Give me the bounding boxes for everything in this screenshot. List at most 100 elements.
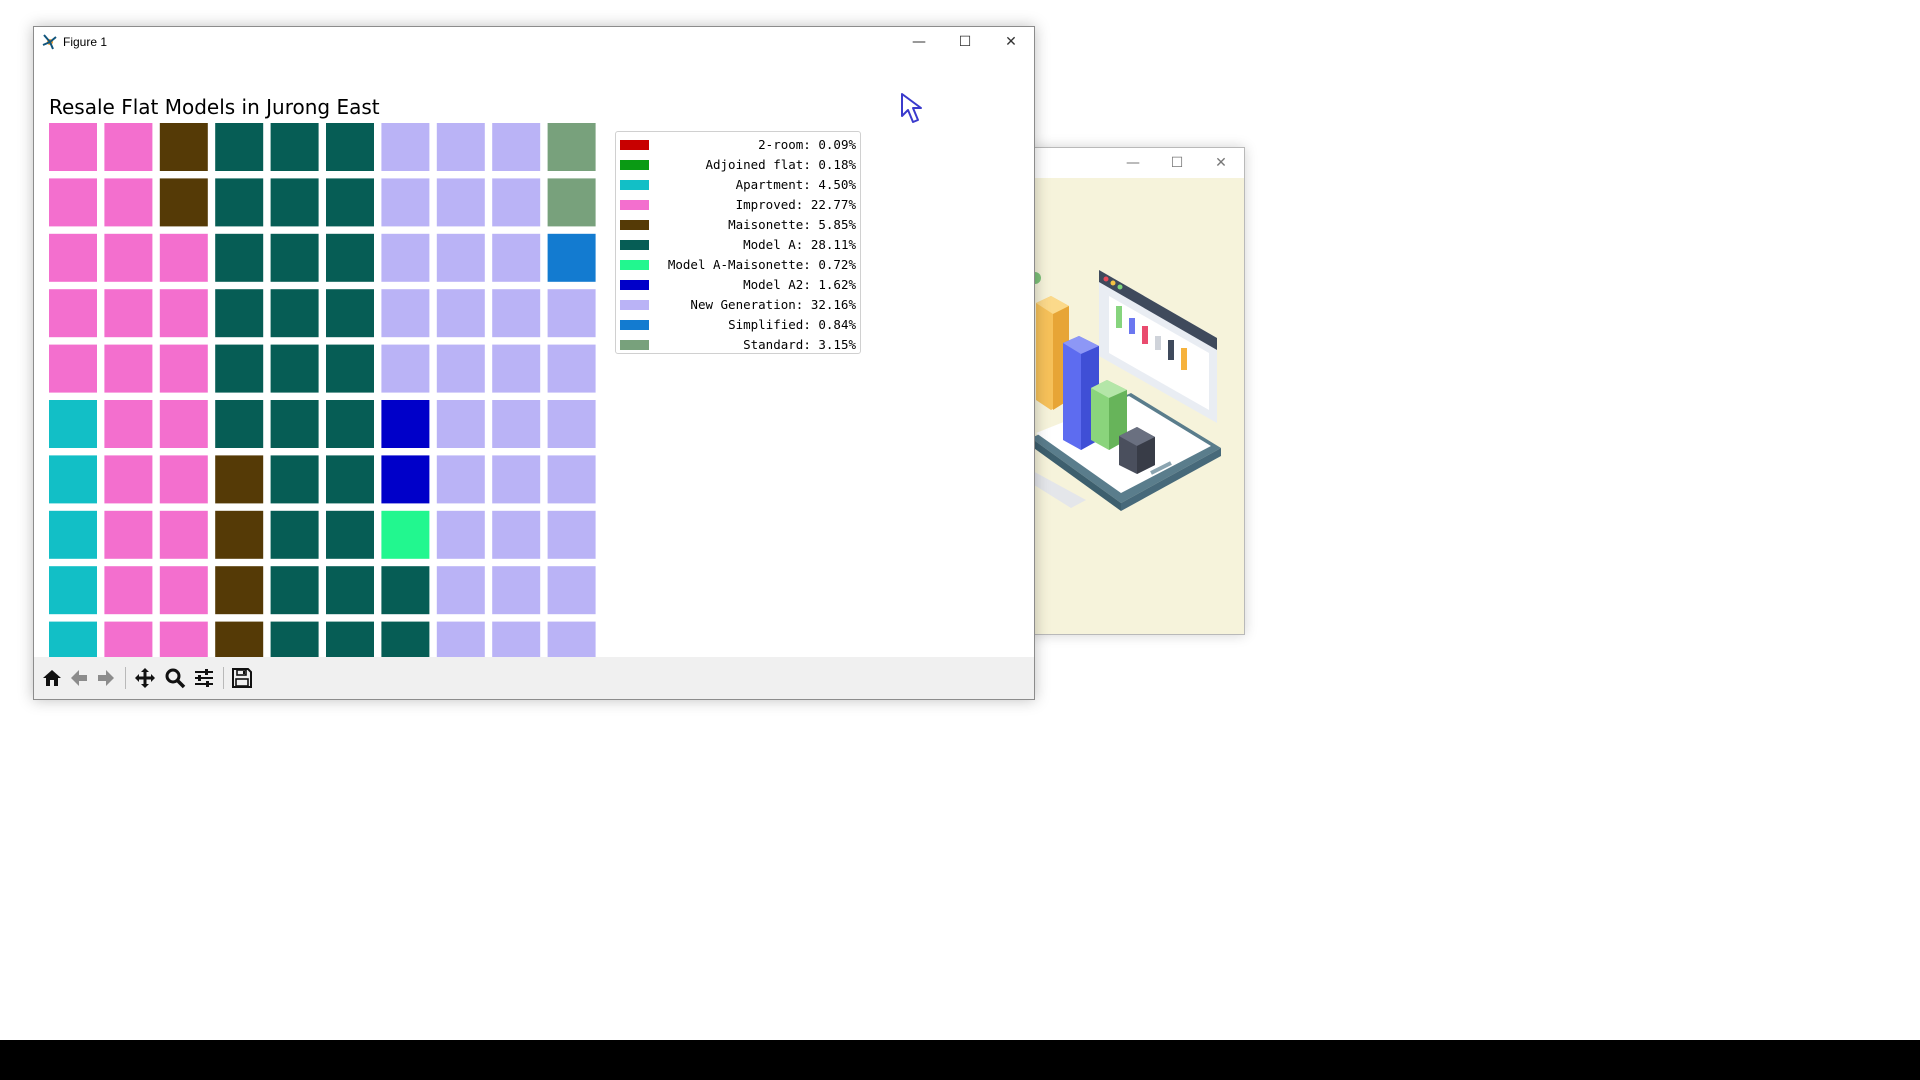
legend-item: Apartment: 4.50% [616, 175, 862, 195]
waffle-cell [381, 289, 430, 338]
waffle-cell [326, 233, 374, 282]
waffle-cell [270, 289, 319, 338]
legend-item: Standard: 3.15% [616, 335, 862, 355]
waffle-cell [381, 455, 430, 504]
legend-swatch [620, 180, 649, 190]
waffle-cell [547, 233, 596, 282]
waffle-cell [104, 510, 153, 559]
waffle-cell [326, 400, 374, 448]
waffle-cell [49, 455, 97, 504]
waffle-cell [104, 400, 153, 448]
waffle-cell [381, 566, 430, 615]
forward-arrow-icon[interactable] [92, 664, 120, 692]
minimize-icon[interactable]: — [1111, 148, 1155, 178]
maximize-icon[interactable]: ☐ [942, 27, 988, 57]
waffle-cell [215, 566, 264, 615]
background-window[interactable]: — ☐ ✕ [1030, 147, 1245, 635]
legend-swatch [620, 140, 649, 150]
legend-label: Model A-Maisonette: 0.72% [667, 257, 856, 272]
waffle-cell [492, 566, 541, 615]
legend-swatch [620, 340, 649, 350]
waffle-cell [326, 344, 374, 393]
legend-item: Improved: 22.77% [616, 195, 862, 215]
waffle-cell [215, 289, 264, 338]
taskbar [0, 1040, 1920, 1080]
configure-subplots-icon[interactable] [190, 664, 218, 692]
save-icon[interactable] [228, 664, 256, 692]
close-icon[interactable]: ✕ [1199, 148, 1243, 178]
waffle-cell [270, 400, 319, 448]
waffle-cell [547, 344, 596, 393]
chart-legend: 2-room: 0.09% Adjoined flat: 0.18% Apartme… [615, 131, 861, 354]
legend-swatch [620, 260, 649, 270]
background-window-titlebar[interactable]: — ☐ ✕ [1031, 148, 1244, 178]
legend-item: New Generation: 32.16% [616, 295, 862, 315]
waffle-cell [381, 400, 430, 448]
waffle-cell [215, 178, 264, 227]
legend-item: Simplified: 0.84% [616, 315, 862, 335]
legend-swatch [620, 320, 649, 330]
pan-icon[interactable] [131, 664, 159, 692]
waffle-cell [49, 566, 97, 615]
figure-window[interactable]: Figure 1 — ☐ ✕ Resale Flat Models in Jur… [33, 26, 1035, 700]
waffle-cell [215, 510, 264, 559]
waffle-cell [215, 400, 264, 448]
waffle-cell [436, 289, 485, 338]
waffle-cell [381, 178, 430, 227]
legend-label: Apartment: 4.50% [735, 177, 856, 192]
waffle-cell [381, 510, 430, 559]
waffle-cell [104, 566, 153, 615]
waffle-cell [159, 566, 208, 615]
waffle-cell [492, 123, 541, 171]
waffle-cell [547, 455, 596, 504]
waffle-cell [436, 178, 485, 227]
waffle-chart [49, 123, 596, 670]
legend-item: Model A-Maisonette: 0.72% [616, 255, 862, 275]
waffle-cell [159, 400, 208, 448]
waffle-cell [159, 178, 208, 227]
waffle-cell [270, 344, 319, 393]
legend-label: Improved: 22.77% [735, 197, 856, 212]
minimize-icon[interactable]: — [896, 27, 942, 57]
waffle-cell [104, 455, 153, 504]
waffle-cell [270, 233, 319, 282]
waffle-cell [104, 123, 153, 171]
waffle-cell [215, 233, 264, 282]
toolbar-separator [125, 667, 126, 689]
waffle-cell [159, 123, 208, 171]
home-icon[interactable] [38, 664, 66, 692]
figure-canvas[interactable]: Resale Flat Models in Jurong East 2-room… [34, 57, 1034, 684]
waffle-cell [492, 455, 541, 504]
figure-window-titlebar[interactable]: Figure 1 — ☐ ✕ [34, 27, 1034, 57]
legend-label: Model A: 28.11% [743, 237, 856, 252]
waffle-cell [326, 510, 374, 559]
waffle-cell [492, 289, 541, 338]
legend-swatch [620, 240, 649, 250]
toolbar-separator [223, 667, 224, 689]
close-icon[interactable]: ✕ [988, 27, 1034, 57]
maximize-icon[interactable]: ☐ [1155, 148, 1199, 178]
waffle-cell [49, 233, 97, 282]
waffle-cell [326, 178, 374, 227]
waffle-cell [49, 344, 97, 393]
back-arrow-icon[interactable] [65, 664, 93, 692]
waffle-cell [270, 510, 319, 559]
waffle-cell [381, 233, 430, 282]
waffle-cell [215, 344, 264, 393]
waffle-cell [49, 510, 97, 559]
waffle-cell [215, 455, 264, 504]
legend-item: Model A2: 1.62% [616, 275, 862, 295]
legend-swatch [620, 300, 649, 310]
waffle-cell [104, 289, 153, 338]
waffle-cell [215, 123, 264, 171]
isometric-dashboard-illustration [1031, 270, 1221, 511]
window-title: Figure 1 [63, 35, 108, 49]
waffle-cell [104, 233, 153, 282]
waffle-cell [49, 123, 97, 171]
waffle-cell [49, 178, 97, 227]
legend-label: Adjoined flat: 0.18% [705, 157, 856, 172]
zoom-icon[interactable] [161, 664, 189, 692]
waffle-cell [270, 455, 319, 504]
waffle-cell [436, 233, 485, 282]
waffle-cell [381, 344, 430, 393]
